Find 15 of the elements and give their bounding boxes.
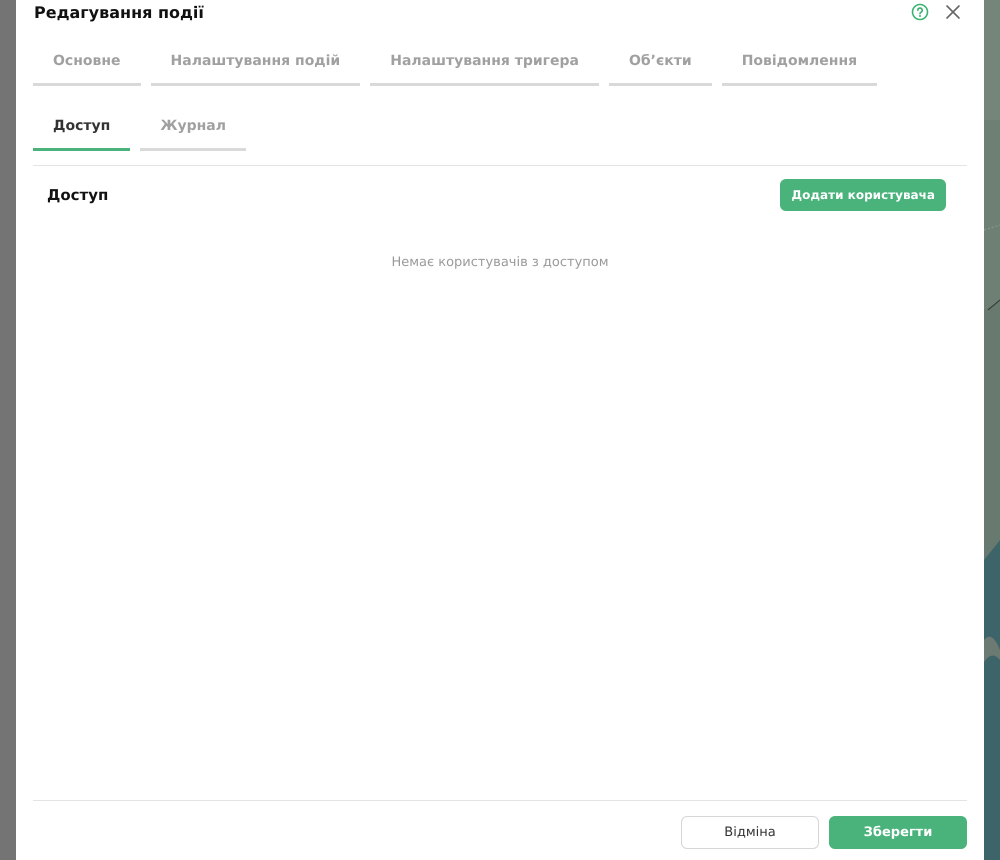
help-icon[interactable] [911,3,929,21]
tab[interactable]: Доступ [33,107,130,151]
tab[interactable]: Журнал [140,107,246,151]
cancel-button[interactable]: Відміна [681,816,819,849]
tab[interactable]: Налаштування подій [150,42,360,86]
tab[interactable]: Об’єкти [608,42,712,86]
tab[interactable]: Налаштування тригера [370,42,599,86]
empty-message: Немає користувачів з доступом [390,255,610,270]
close-icon[interactable] [945,4,961,20]
tab[interactable]: Повідомлення [722,42,878,86]
tab[interactable]: Основне [33,42,141,86]
section-title: Доступ [47,186,108,204]
dialog-title: Редагування події [34,2,204,22]
add-user-button[interactable]: Додати користувача [780,179,946,211]
save-button[interactable]: Зберегти [829,816,967,849]
